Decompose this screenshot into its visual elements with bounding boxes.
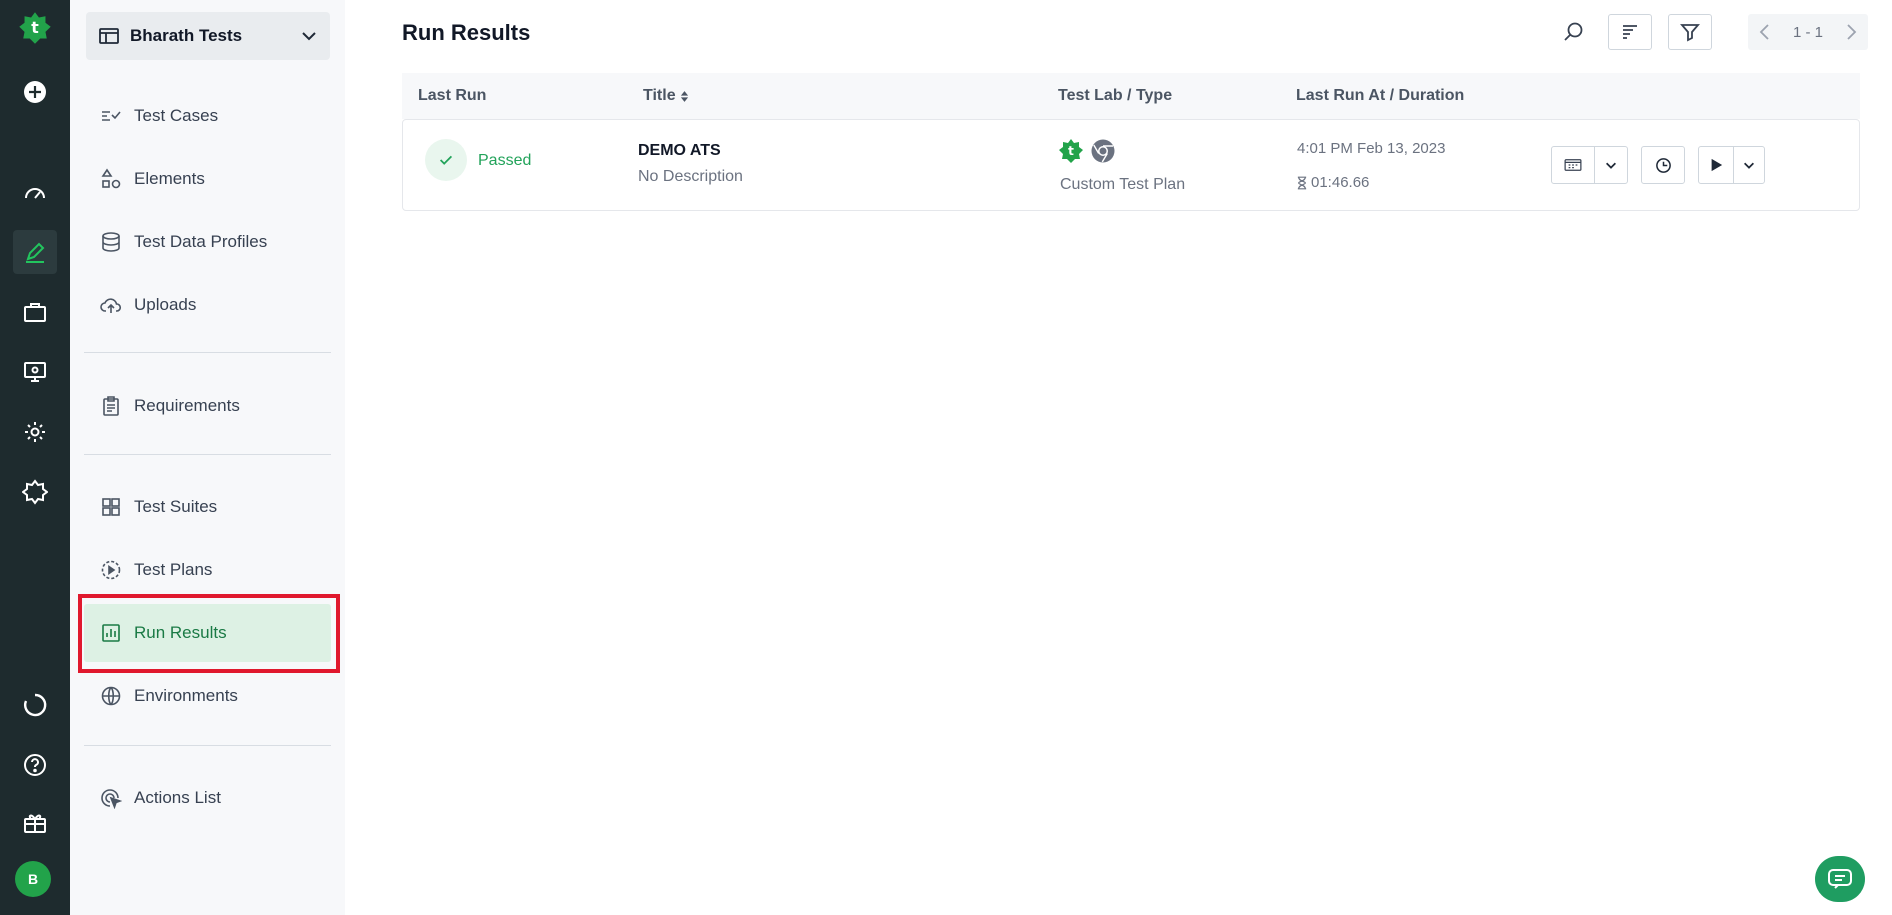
hourglass-icon bbox=[1297, 176, 1307, 189]
chrome-icon bbox=[1091, 139, 1115, 163]
search-button[interactable] bbox=[1556, 14, 1592, 50]
loading-icon[interactable] bbox=[13, 683, 57, 727]
check-icon bbox=[439, 155, 453, 165]
test-lab-icons: t bbox=[1058, 138, 1116, 164]
testsigma-lab-icon: t bbox=[1059, 139, 1083, 163]
sidebar-item-uploads[interactable]: Uploads bbox=[84, 276, 331, 334]
pagination: 1 - 1 bbox=[1748, 14, 1868, 50]
svg-text:t: t bbox=[1068, 144, 1074, 158]
highlight-box bbox=[78, 594, 340, 673]
edit-icon[interactable] bbox=[13, 230, 57, 274]
app: t B Bharath Tests Test Cases Elements Te… bbox=[0, 0, 1892, 915]
sort-toggle-icon bbox=[680, 90, 688, 102]
pagination-text: 1 - 1 bbox=[1792, 23, 1823, 41]
badge-icon[interactable] bbox=[13, 470, 57, 514]
chevron-right-icon[interactable] bbox=[1844, 23, 1858, 41]
sidebar-item-label: Environments bbox=[134, 686, 238, 705]
chat-icon bbox=[1828, 869, 1852, 889]
run-button[interactable] bbox=[1698, 146, 1734, 184]
search-icon bbox=[1564, 22, 1583, 41]
logo-icon[interactable]: t bbox=[13, 6, 57, 50]
column-test-lab: Test Lab / Type bbox=[1058, 87, 1173, 104]
sidebar-item-test-data-profiles[interactable]: Test Data Profiles bbox=[84, 213, 331, 271]
dashboard-icon[interactable] bbox=[13, 170, 57, 214]
globe-icon bbox=[101, 686, 121, 706]
workspace-selector[interactable]: Bharath Tests bbox=[86, 12, 330, 60]
sidebar-item-label: Test Data Profiles bbox=[134, 232, 268, 251]
page-title: Run Results bbox=[402, 20, 531, 45]
column-title-label: Title bbox=[643, 87, 676, 104]
sidebar-item-elements[interactable]: Elements bbox=[84, 150, 331, 208]
schedule-button[interactable] bbox=[1641, 146, 1685, 184]
sidebar-item-actions-list[interactable]: Actions List bbox=[84, 769, 331, 827]
sidebar-item-requirements[interactable]: Requirements bbox=[84, 377, 331, 435]
status-passed bbox=[425, 139, 467, 181]
sidebar-item-label: Requirements bbox=[134, 396, 240, 415]
chat-button[interactable] bbox=[1815, 856, 1865, 902]
sidebar-item-test-plans[interactable]: Test Plans bbox=[84, 541, 331, 599]
run-timestamp: 4:01 PM Feb 13, 2023 bbox=[1297, 140, 1446, 157]
column-last-run: Last Run bbox=[418, 87, 487, 104]
report-icon bbox=[1564, 159, 1582, 171]
sidebar: Bharath Tests Test Cases Elements Test D… bbox=[70, 0, 345, 915]
filter-button[interactable] bbox=[1668, 14, 1712, 50]
divider bbox=[84, 454, 331, 455]
sidebar-item-label: Elements bbox=[134, 169, 205, 188]
divider bbox=[84, 745, 331, 746]
report-dropdown[interactable] bbox=[1594, 146, 1628, 184]
cloud-upload-icon bbox=[100, 298, 122, 313]
duration-value: 01:46.66 bbox=[1311, 174, 1370, 191]
shapes-icon bbox=[101, 168, 121, 189]
column-last-run-at: Last Run At / Duration bbox=[1296, 87, 1465, 104]
sort-icon bbox=[1623, 25, 1637, 39]
gift-icon[interactable] bbox=[13, 801, 57, 845]
table-row[interactable]: Passed DEMO ATS No Description t Custom … bbox=[402, 119, 1860, 211]
status-label: Passed bbox=[478, 152, 532, 169]
workspace-icon bbox=[99, 28, 119, 44]
run-description: No Description bbox=[638, 168, 743, 185]
table-header: Last Run Title Test Lab / Type Last Run … bbox=[402, 73, 1860, 119]
column-title[interactable]: Title bbox=[643, 87, 689, 105]
briefcase-icon[interactable] bbox=[13, 290, 57, 334]
svg-text:t: t bbox=[31, 18, 39, 37]
sidebar-item-label: Actions List bbox=[134, 788, 221, 807]
cursor-click-icon bbox=[101, 789, 122, 809]
run-duration: 01:46.66 bbox=[1297, 174, 1369, 191]
sidebar-item-test-suites[interactable]: Test Suites bbox=[84, 478, 331, 536]
divider bbox=[84, 352, 331, 353]
grid-icon bbox=[102, 498, 120, 516]
help-icon[interactable] bbox=[13, 743, 57, 787]
monitor-settings-icon[interactable] bbox=[13, 350, 57, 394]
play-icon bbox=[1711, 158, 1723, 172]
run-title[interactable]: DEMO ATS bbox=[638, 142, 721, 160]
chevron-left-icon[interactable] bbox=[1758, 23, 1772, 41]
workspace-name: Bharath Tests bbox=[130, 26, 243, 45]
sidebar-item-label: Test Cases bbox=[134, 106, 219, 125]
sidebar-item-environments[interactable]: Environments bbox=[84, 667, 331, 725]
run-dropdown[interactable] bbox=[1733, 146, 1765, 184]
create-icon[interactable] bbox=[13, 70, 57, 114]
sidebar-item-test-cases[interactable]: Test Cases bbox=[84, 87, 331, 145]
report-button[interactable] bbox=[1551, 146, 1595, 184]
user-avatar[interactable]: B bbox=[15, 861, 51, 897]
clipboard-icon bbox=[103, 396, 119, 416]
checklist-icon bbox=[102, 111, 121, 121]
chevron-down-icon bbox=[1606, 162, 1616, 169]
sidebar-item-label: Test Plans bbox=[134, 560, 213, 579]
clock-icon bbox=[1655, 157, 1671, 173]
sort-button[interactable] bbox=[1608, 14, 1652, 50]
database-icon bbox=[102, 232, 120, 252]
test-type: Custom Test Plan bbox=[1060, 176, 1186, 193]
sidebar-item-label: Test Suites bbox=[134, 497, 218, 516]
chevron-down-icon bbox=[1744, 162, 1754, 169]
sidebar-item-label: Uploads bbox=[134, 295, 197, 314]
icon-rail: t B bbox=[0, 0, 70, 915]
play-circle-icon bbox=[101, 560, 121, 580]
settings-icon[interactable] bbox=[13, 410, 57, 454]
chevron-down-icon[interactable] bbox=[300, 27, 318, 45]
filter-icon bbox=[1680, 24, 1700, 42]
